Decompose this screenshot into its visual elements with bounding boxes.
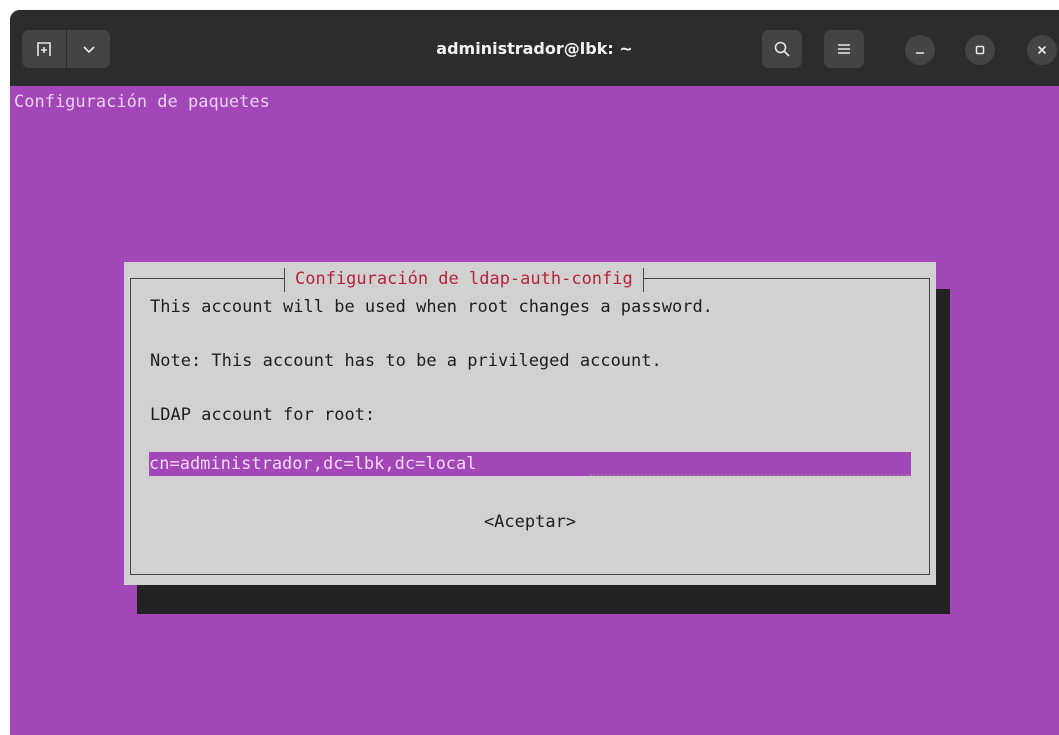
title-bar: administrador@lbk: ~ (10, 10, 1059, 86)
terminal-header-text: Configuración de paquetes (14, 92, 270, 112)
minimize-icon (916, 52, 924, 54)
dialog-line-1: This account will be used when root chan… (150, 297, 713, 317)
maximize-icon (975, 45, 985, 55)
menu-button[interactable] (824, 30, 864, 68)
close-button[interactable] (1027, 35, 1057, 65)
maximize-button[interactable] (965, 35, 995, 65)
search-icon (774, 41, 790, 57)
tab-button-group (22, 30, 110, 68)
new-tab-button[interactable] (22, 30, 67, 68)
config-dialog: Configuración de ldap-auth-config This a… (124, 262, 936, 585)
tab-dropdown-button[interactable] (67, 30, 110, 68)
new-tab-icon (37, 42, 51, 56)
close-icon (1037, 45, 1047, 55)
minimize-button[interactable] (905, 35, 935, 65)
dialog-prompt: LDAP account for root: (150, 405, 376, 425)
terminal-window: administrador@lbk: ~ Configuración de pa… (10, 10, 1059, 735)
hamburger-menu-icon (838, 44, 850, 54)
input-underline (590, 474, 910, 476)
search-button[interactable] (762, 30, 802, 68)
window-title: administrador@lbk: ~ (436, 38, 633, 58)
chevron-down-icon (82, 46, 95, 54)
accept-button[interactable]: <Aceptar> (124, 512, 936, 532)
dialog-line-2: Note: This account has to be a privilege… (150, 351, 662, 371)
terminal-area[interactable]: Configuración de paquetes Configuración … (10, 86, 1059, 735)
dialog-title: Configuración de ldap-auth-config (284, 268, 644, 292)
ldap-account-input[interactable]: cn=administrador,dc=lbk,dc=local (149, 452, 911, 476)
